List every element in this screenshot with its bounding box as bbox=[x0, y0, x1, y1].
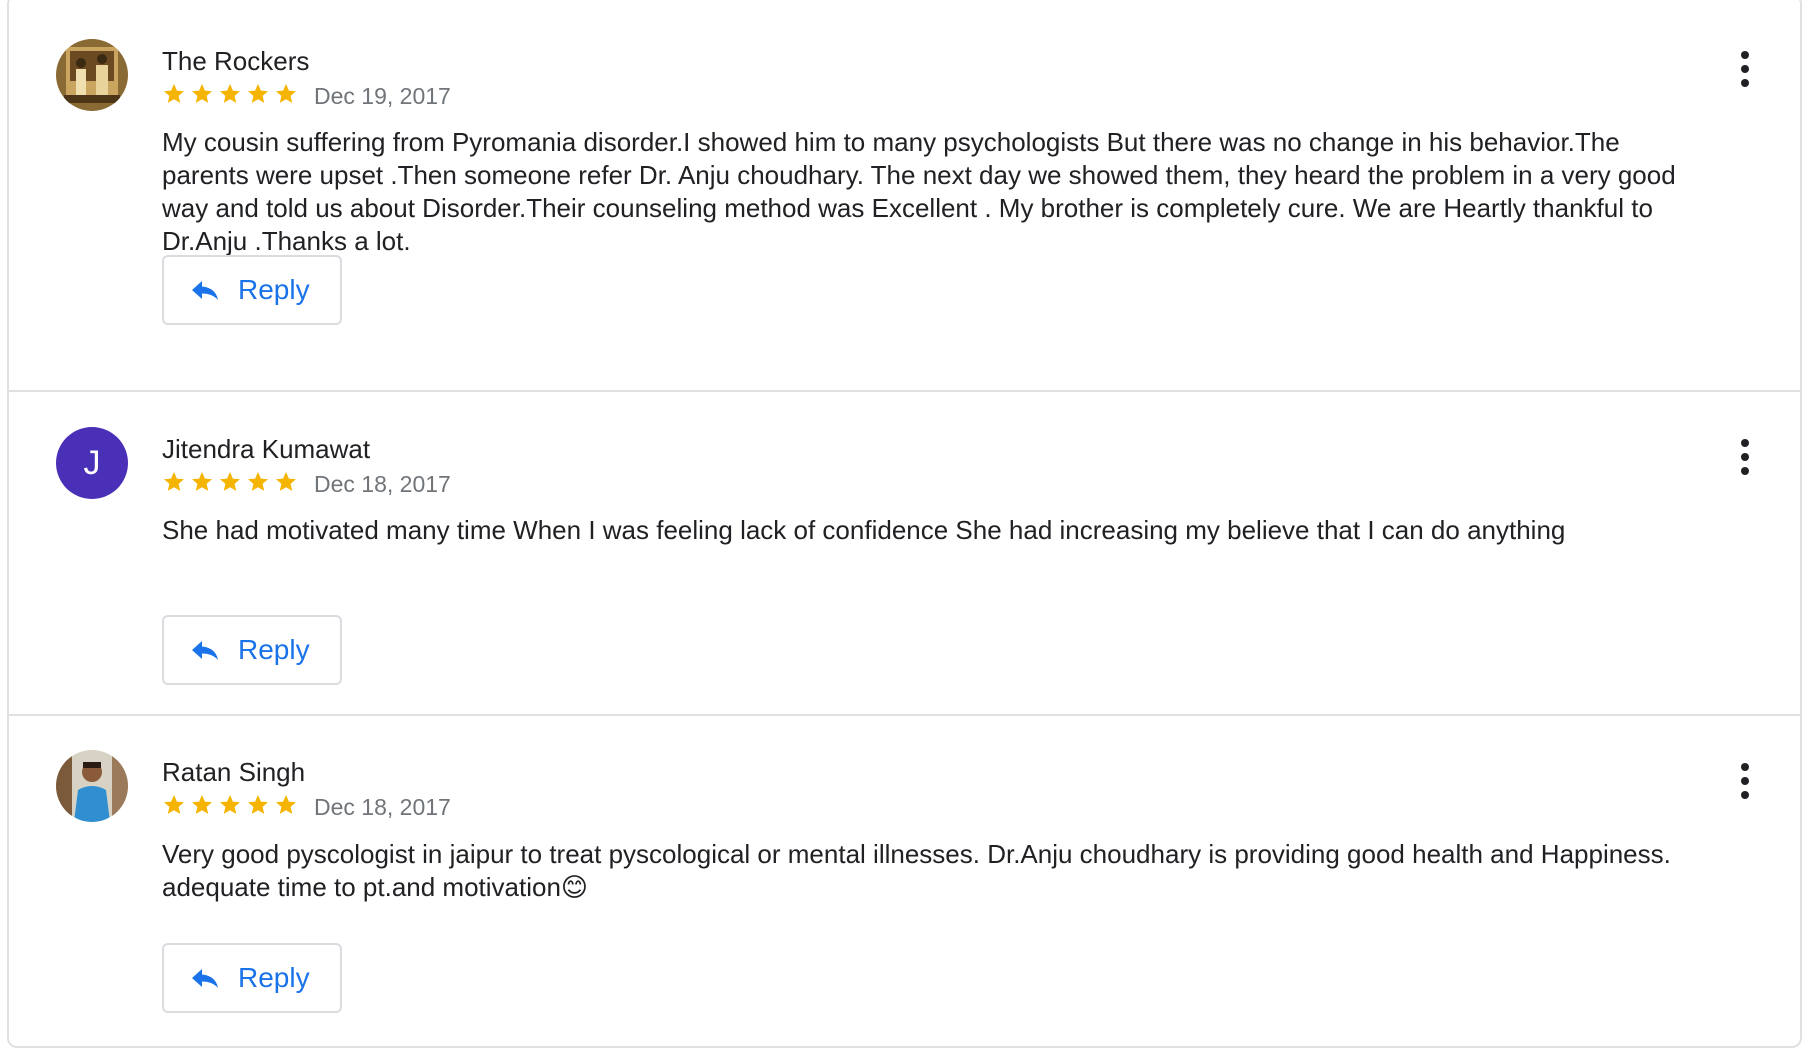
reviews-list: The Rockers Dec 19, 2017 My cousin suffe… bbox=[7, 0, 1802, 1048]
reviewer-avatar[interactable]: J bbox=[56, 427, 128, 499]
star-icon bbox=[164, 84, 184, 103]
star-rating bbox=[162, 793, 298, 823]
review-date: Dec 18, 2017 bbox=[314, 471, 451, 497]
reviewer-name[interactable]: Jitendra Kumawat bbox=[162, 434, 370, 465]
star-icon bbox=[164, 472, 184, 491]
star-icon bbox=[220, 472, 240, 491]
reviewer-name[interactable]: Ratan Singh bbox=[162, 757, 305, 788]
star-icon bbox=[192, 472, 212, 491]
star-icon bbox=[248, 795, 268, 814]
reply-label: Reply bbox=[238, 274, 310, 305]
reply-label: Reply bbox=[238, 634, 310, 665]
avatar-photo-icon bbox=[56, 750, 128, 822]
star-rating bbox=[162, 82, 298, 112]
more-options-icon[interactable] bbox=[1735, 49, 1755, 89]
star-rating bbox=[162, 470, 298, 500]
star-icon bbox=[276, 795, 296, 814]
more-options-icon[interactable] bbox=[1735, 437, 1755, 477]
more-options-icon[interactable] bbox=[1735, 761, 1755, 801]
star-icon bbox=[220, 84, 240, 103]
review-item: The Rockers Dec 19, 2017 My cousin suffe… bbox=[9, 2, 1800, 392]
star-icon bbox=[220, 795, 240, 814]
reviewer-name[interactable]: The Rockers bbox=[162, 46, 309, 77]
review-date: Dec 19, 2017 bbox=[314, 83, 451, 109]
reply-button[interactable]: Reply bbox=[162, 615, 342, 685]
avatar-photo-icon bbox=[56, 39, 128, 111]
star-icon bbox=[248, 84, 268, 103]
star-icon bbox=[192, 84, 212, 103]
reply-button[interactable]: Reply bbox=[162, 943, 342, 1013]
reply-button[interactable]: Reply bbox=[162, 255, 342, 325]
star-icon bbox=[164, 795, 184, 814]
star-icon bbox=[276, 472, 296, 491]
reply-arrow-icon bbox=[192, 641, 218, 660]
review-text: Very good pyscologist in jaipur to treat… bbox=[162, 839, 1671, 902]
review-item: J Jitendra Kumawat Dec 18, 2017 She had … bbox=[9, 392, 1800, 716]
reply-arrow-icon bbox=[192, 969, 218, 988]
review-text: She had motivated many time When I was f… bbox=[162, 515, 1566, 545]
review-item: Ratan Singh Dec 18, 2017 Very good pysco… bbox=[9, 716, 1800, 1046]
reply-label: Reply bbox=[238, 962, 310, 993]
star-icon bbox=[276, 84, 296, 103]
star-icon bbox=[192, 795, 212, 814]
review-date: Dec 18, 2017 bbox=[314, 794, 451, 820]
reviewer-avatar[interactable] bbox=[56, 750, 128, 822]
avatar-letter: J bbox=[83, 444, 101, 482]
star-icon bbox=[248, 472, 268, 491]
reviewer-avatar[interactable] bbox=[56, 39, 128, 111]
review-text: My cousin suffering from Pyromania disor… bbox=[162, 127, 1676, 256]
reply-arrow-icon bbox=[192, 281, 218, 300]
